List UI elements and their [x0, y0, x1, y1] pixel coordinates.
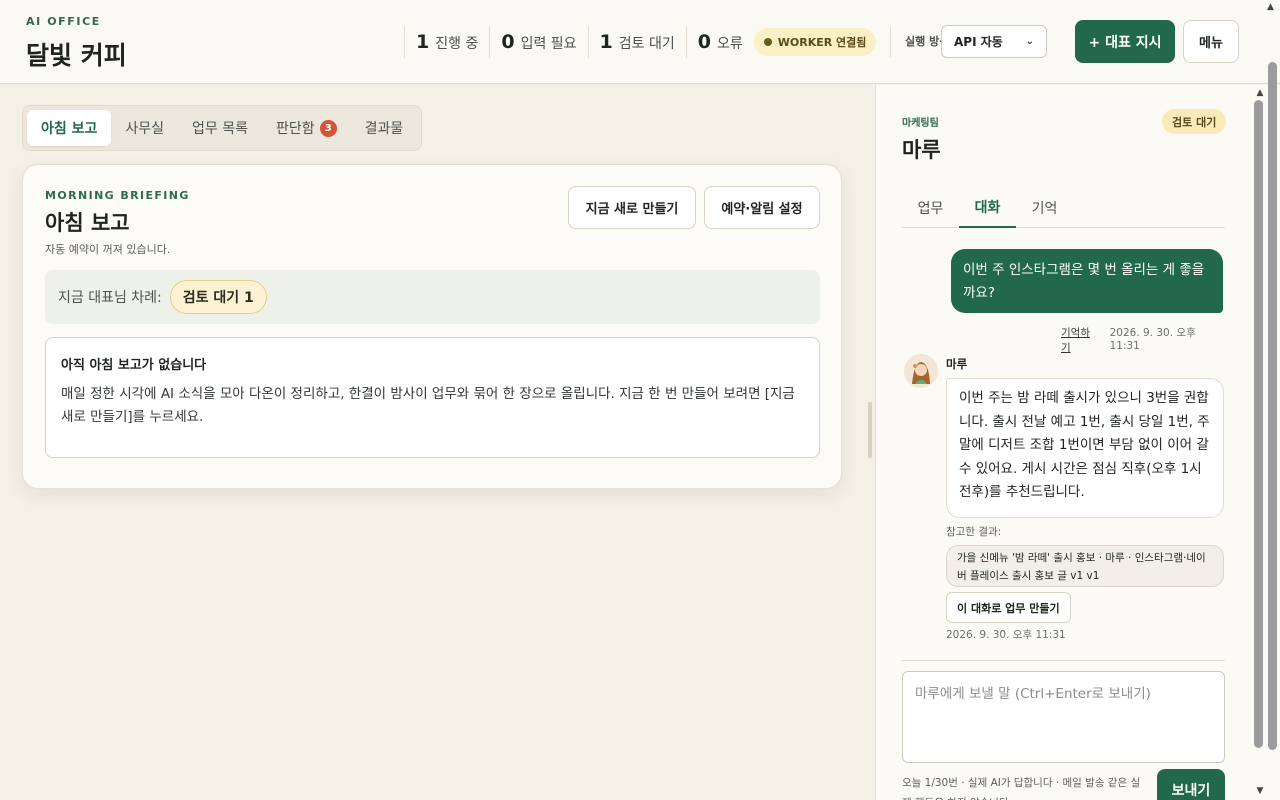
status-summary: 1 진행 중 0 입력 필요 1 검토 대기 0 오류 WORKER 연결됨 — [404, 26, 877, 58]
tab-label: 판단함 — [276, 121, 315, 137]
resize-handle[interactable] — [868, 402, 872, 458]
tab-label: 결과물 — [364, 121, 404, 137]
empty-state-title: 아직 아침 보고가 없습니다 — [61, 358, 207, 373]
brand-eyebrow: AI OFFICE — [26, 15, 101, 28]
divider — [902, 660, 1225, 661]
make-task-from-chat-button[interactable]: 이 대화로 업무 만들기 — [946, 592, 1071, 623]
stat-label: 오류 — [717, 36, 743, 52]
tab-label: 사무실 — [125, 121, 165, 137]
reference-chip[interactable]: 가을 신메뉴 '밤 라떼' 출시 홍보 · 마루 · 인스타그램·네이버 플레이… — [946, 545, 1224, 587]
message-timestamp: 2026. 9. 30. 오후 11:31 — [946, 629, 1066, 641]
tab-chat[interactable]: 대화 — [959, 188, 1016, 228]
make-now-button[interactable]: 지금 새로 만들기 — [568, 186, 696, 229]
page-scroll-up-icon[interactable]: ▲ — [1267, 2, 1274, 12]
morning-briefing-card: MORNING BRIEFING 아침 보고 자동 예약이 꺼져 있습니다. 지… — [22, 164, 842, 489]
exec-mode-value: API 자동 — [954, 35, 1003, 49]
tab-tasks[interactable]: 업무 — [902, 188, 959, 228]
tab-label: 업무 목록 — [192, 121, 249, 137]
stat-review-pending[interactable]: 1 검토 대기 — [587, 26, 686, 58]
empty-state-body: 매일 정한 시각에 AI 소식을 모아 다온이 정리하고, 한결이 밤사이 업무… — [61, 386, 795, 425]
main-tabs: 아침 보고 사무실 업무 목록 판단함 3 결과물 — [22, 105, 423, 151]
agent-message-bubble: 이번 주는 밤 라떼 출시가 있으니 3번을 권합니다. 출시 전날 예고 1번… — [946, 378, 1224, 518]
user-message-bubble: 이번 주 인스타그램은 몇 번 올리는 게 좋을까요? — [951, 249, 1223, 313]
tab-morning-briefing[interactable]: 아침 보고 — [27, 110, 112, 146]
stat-value: 0 — [697, 31, 711, 53]
scroll-up-icon[interactable]: ▲ — [1253, 88, 1267, 98]
stat-label: 검토 대기 — [618, 36, 675, 52]
menu-button[interactable]: 메뉴 — [1183, 20, 1239, 63]
agent-name-label: 마루 — [946, 357, 968, 371]
stat-in-progress[interactable]: 1 진행 중 — [404, 26, 489, 58]
tab-memory[interactable]: 기억 — [1016, 188, 1073, 228]
tab-label: 아침 보고 — [41, 121, 98, 137]
tab-task-list[interactable]: 업무 목록 — [178, 110, 262, 146]
usage-note: 오늘 1/30번 · 실제 AI가 답합니다 · 메일 발송 같은 실제 행동은… — [902, 777, 1141, 800]
app-header: AI OFFICE 달빛 커피 1 진행 중 0 입력 필요 1 검토 대기 0… — [0, 0, 1280, 84]
exec-mode-select[interactable]: API 자동 ⌄ — [941, 25, 1047, 58]
ceo-instruction-button[interactable]: + 대표 지시 — [1075, 20, 1175, 63]
status-dot-icon — [763, 38, 772, 46]
agent-name-title: 마루 — [902, 137, 941, 162]
remember-link[interactable]: 기억하기 — [1061, 325, 1098, 355]
card-eyebrow: MORNING BRIEFING — [45, 189, 190, 202]
your-turn-bar: 지금 대표님 차례: 검토 대기 1 — [45, 270, 820, 324]
worker-status-text: WORKER 연결됨 — [777, 36, 867, 49]
agent-panel: 마케팅팀 마루 검토 대기 업무 대화 기억 이번 주 인스타그램은 몇 번 올… — [875, 85, 1252, 800]
avatar — [904, 354, 938, 388]
agent-team: 마케팅팀 — [902, 118, 939, 129]
message-timestamp: 2026. 9. 30. 오후 11:31 — [1109, 327, 1196, 352]
send-button[interactable]: 보내기 — [1157, 769, 1225, 800]
status-badge: 검토 대기 — [1162, 109, 1227, 134]
stat-value: 0 — [501, 31, 515, 53]
stat-value: 1 — [416, 31, 430, 53]
stat-errors[interactable]: 0 오류 — [685, 26, 754, 58]
card-title: 아침 보고 — [45, 210, 130, 235]
review-pending-pill[interactable]: 검토 대기 1 — [169, 280, 267, 314]
your-turn-label: 지금 대표님 차례: — [58, 290, 162, 306]
message-input[interactable]: 마루에게 보낼 말 (Ctrl+Enter로 보내기) — [902, 671, 1225, 763]
stat-value: 1 — [599, 31, 613, 53]
count-badge: 3 — [319, 119, 337, 137]
tab-decisions[interactable]: 판단함 3 — [262, 110, 351, 146]
empty-state: 아직 아침 보고가 없습니다 매일 정한 시각에 AI 소식을 모아 다온이 정… — [45, 337, 820, 458]
tab-office[interactable]: 사무실 — [111, 110, 178, 146]
stat-input-needed[interactable]: 0 입력 필요 — [489, 26, 587, 58]
scroll-down-icon[interactable]: ▼ — [1253, 786, 1267, 796]
schedule-settings-button[interactable]: 예약·알림 설정 — [704, 186, 820, 229]
agent-avatar-icon — [904, 354, 938, 388]
user-message-meta: 기억하기 2026. 9. 30. 오후 11:31 — [1061, 325, 1223, 355]
agent-panel-tabs: 업무 대화 기억 — [902, 188, 1225, 228]
tab-deliverables[interactable]: 결과물 — [351, 110, 418, 146]
schedule-status-text: 자동 예약이 꺼져 있습니다. — [45, 243, 171, 256]
page-scrollbar-thumb[interactable] — [1268, 62, 1277, 750]
brand-name: 달빛 커피 — [26, 41, 127, 70]
stat-label: 진행 중 — [435, 36, 479, 52]
worker-status-badge: WORKER 연결됨 — [753, 28, 877, 56]
chevron-down-icon: ⌄ — [1025, 36, 1034, 47]
panel-scrollbar-thumb[interactable] — [1254, 100, 1263, 748]
stat-label: 입력 필요 — [520, 36, 577, 52]
reference-label: 참고한 결과: — [946, 526, 1002, 538]
